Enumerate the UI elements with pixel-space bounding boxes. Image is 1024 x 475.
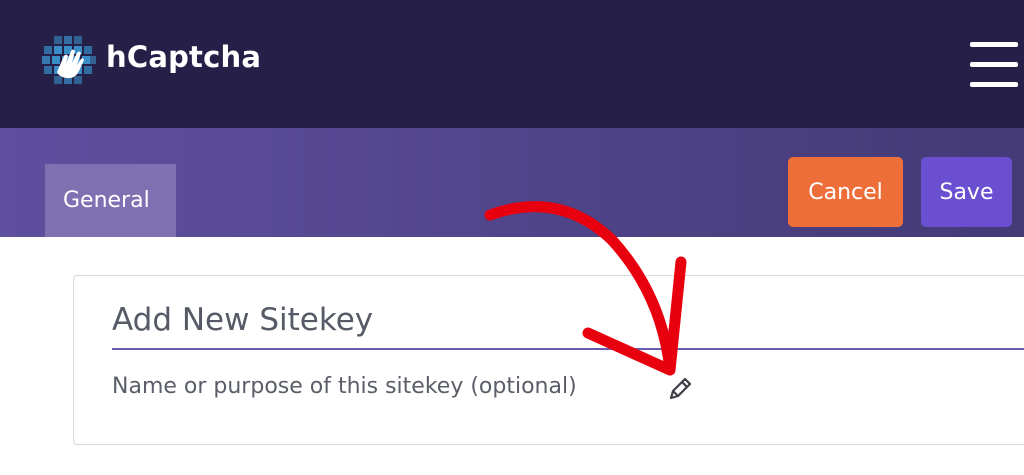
tab-general[interactable]: General xyxy=(45,164,176,237)
pencil-icon[interactable] xyxy=(665,374,695,404)
save-button[interactable]: Save xyxy=(921,157,1012,227)
hamburger-menu-icon[interactable] xyxy=(970,40,1018,90)
sitekey-description-field[interactable]: Name or purpose of this sitekey (optiona… xyxy=(112,374,577,399)
tab-general-label: General xyxy=(63,188,150,213)
cancel-button[interactable]: Cancel xyxy=(788,157,903,227)
hcaptcha-logo-icon[interactable] xyxy=(40,34,98,92)
top-navigation-bar: hCaptcha xyxy=(0,0,1024,128)
sitekey-title-input[interactable] xyxy=(112,292,1024,350)
brand-name: hCaptcha xyxy=(106,40,262,74)
